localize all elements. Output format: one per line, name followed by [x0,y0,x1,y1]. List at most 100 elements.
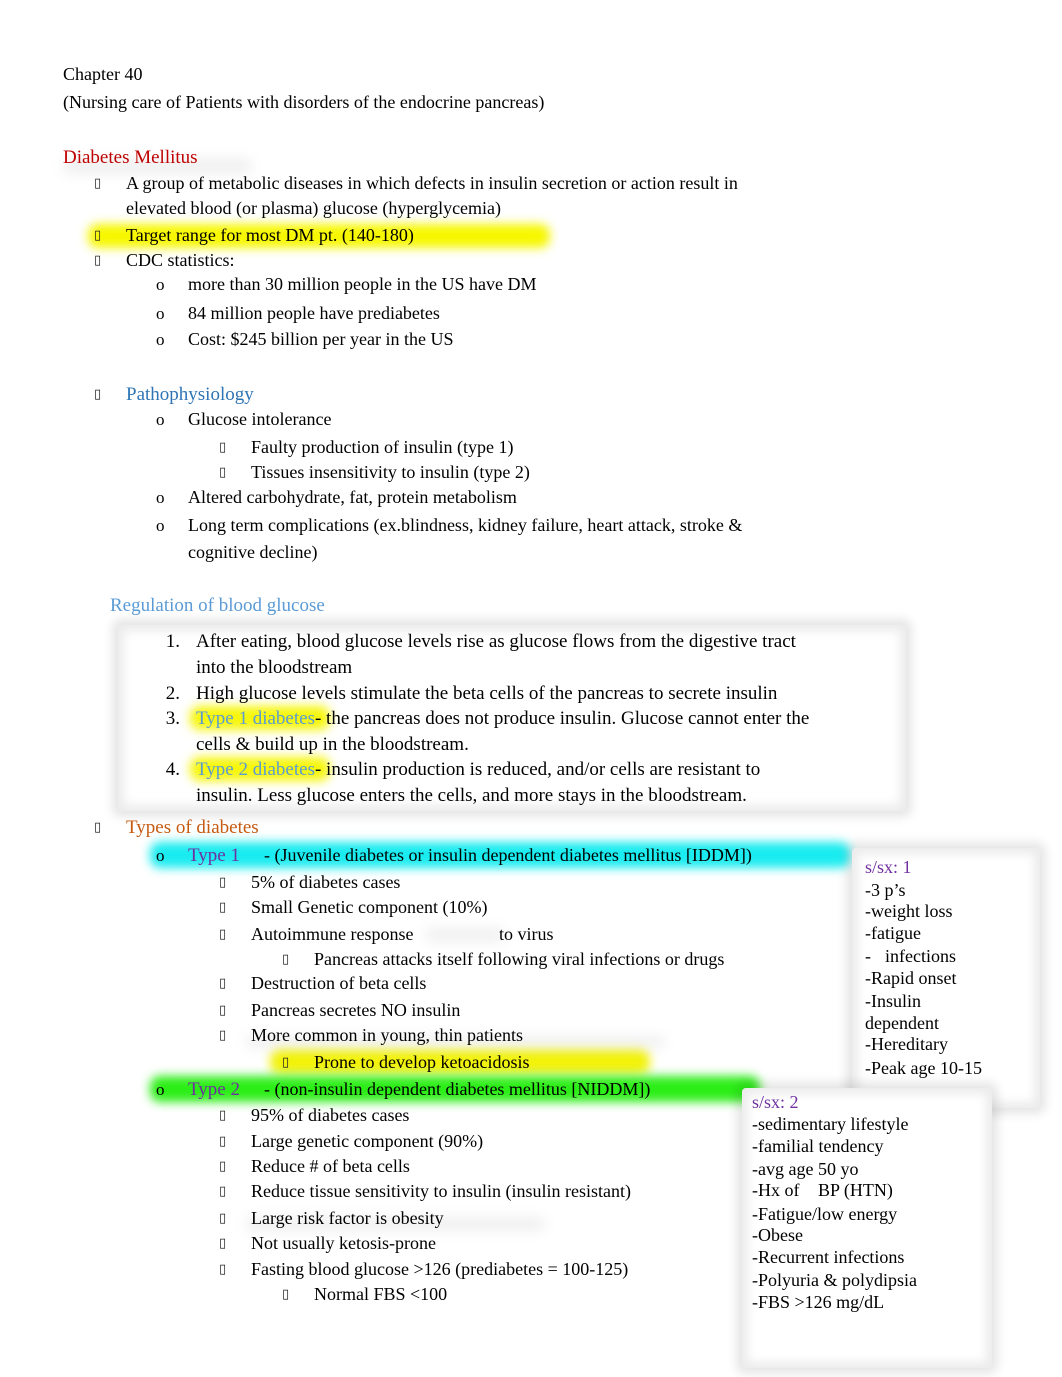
cdc-stat: more than 30 million people in the US ha… [188,274,537,294]
type2-label: Type 2 [188,1079,240,1100]
chapter-subtitle: (Nursing care of Patients with disorders… [63,92,545,112]
chapter-title: Chapter 40 [63,64,143,84]
list-number: 3. [165,708,180,729]
sidebox1-line: -3 p’s [865,880,906,900]
patho-item-cont: cognitive decline) [188,542,318,562]
sidebox2-line: -sedimentary lifestyle [752,1114,909,1134]
patho-heading: Pathophysiology [126,384,254,405]
type1-item: Destruction of beta cells [251,973,427,993]
square-bullet-icon: ▯ [219,1236,227,1251]
patho-subitem: Tissues insensitivity to insulin (type 2… [251,462,530,482]
sidebox2-line: -Obese [752,1225,803,1245]
sidebox2-line: -FBS >126 mg/dL [752,1292,885,1312]
cdc-stat: 84 million people have prediabetes [188,303,440,323]
circle-bullet-icon: o [156,488,165,507]
square-bullet-icon: ▯ [94,387,102,402]
type2-item: 95% of diabetes cases [251,1105,410,1125]
list-number: 1. [165,631,180,652]
square-bullet-icon: ▯ [282,952,290,967]
square-bullet-icon: ▯ [219,465,227,480]
circle-bullet-icon: o [156,275,165,294]
type1-description: - (Juvenile diabetes or insulin dependen… [264,845,752,865]
type1-term: Type 1 diabetes [196,708,315,729]
dm-cdc-label: CDC statistics: [126,250,235,270]
type2-item: Fasting blood glucose >126 (prediabetes … [251,1259,629,1279]
square-bullet-icon: ▯ [219,1159,227,1174]
sidebox1-line: -Peak age 10-15 [865,1058,982,1078]
type2-description: - (non-insulin dependent diabetes mellit… [264,1079,651,1099]
square-bullet-icon: ▯ [94,820,102,835]
sidebox2-line: -Fatigue/low energy [752,1204,898,1224]
square-bullet-icon: ▯ [219,900,227,915]
sidebox1-line: -Insulin [865,991,921,1011]
shadow-smudge [425,928,505,942]
sidebox2-line: -avg age 50 yo [752,1159,859,1179]
square-bullet-icon: ▯ [219,1003,227,1018]
sidebox2-title: s/sx: 2 [752,1092,799,1112]
type1-subitem: Prone to develop ketoacidosis [314,1052,530,1072]
sidebox1-line: -Rapid onset [865,968,957,988]
sidebox2-line: -Recurrent infections [752,1247,905,1267]
type2-item: Large risk factor is obesity [251,1208,444,1228]
sidebox2-line: -familial tendency [752,1136,884,1156]
square-bullet-icon: ▯ [219,976,227,991]
regulation-heading: Regulation of blood glucose [110,595,325,616]
sidebox2-line: -Hx of BP (HTN) [752,1180,893,1200]
types-heading: Types of diabetes [126,817,259,838]
regulation-step: High glucose levels stimulate the beta c… [196,683,778,704]
dm-definition-line1: A group of metabolic diseases in which d… [126,173,738,193]
regulation-step: Type 2 diabetes- insulin production is r… [196,757,760,783]
circle-bullet-icon: o [156,1080,165,1099]
sidebox1-line: -Hereditary [865,1034,948,1054]
patho-item: Long term complications (ex.blindness, k… [188,515,743,535]
type1-item: More common in young, thin patients [251,1025,523,1045]
dm-heading: Diabetes Mellitus [63,147,198,168]
sidebox1-title: s/sx: 1 [865,857,912,877]
square-bullet-icon: ▯ [219,927,227,942]
type1-label: Type 1 [188,845,240,866]
square-bullet-icon: ▯ [219,1184,227,1199]
regulation-step-cont: cells & build up in the bloodstream. [196,734,469,755]
dm-target-range: Target range for most DM pt. (140-180) [126,225,414,245]
type2-definition: - insulin production is reduced, and/or … [314,759,761,780]
sidebox1-line: -weight loss [865,901,953,921]
square-bullet-icon: ▯ [219,1134,227,1149]
list-number: 2. [165,683,180,704]
type1-item: 5% of diabetes cases [251,872,401,892]
type2-item: Reduce # of beta cells [251,1156,410,1176]
type2-subitem: Normal FBS <100 [314,1284,448,1304]
circle-bullet-icon: o [156,330,165,349]
cdc-stat: Cost: $245 billion per year in the US [188,329,454,349]
square-bullet-icon: ▯ [94,253,102,268]
square-bullet-icon: ▯ [219,875,227,890]
dm-definition-line2: elevated blood (or plasma) glucose (hype… [126,198,502,218]
square-bullet-icon: ▯ [282,1055,290,1070]
type2-item: Not usually ketosis-prone [251,1233,436,1253]
patho-item: Altered carbohydrate, fat, protein metab… [188,487,517,507]
type2-term: Type 2 diabetes [196,759,315,780]
patho-subitem: Faulty production of insulin (type 1) [251,437,514,457]
type2-item: Reduce tissue sensitivity to insulin (in… [251,1181,631,1201]
square-bullet-icon: ▯ [282,1287,290,1302]
circle-bullet-icon: o [156,304,165,323]
square-bullet-icon: ▯ [94,228,102,243]
regulation-step: Type 1 diabetes- the pancreas does not p… [196,706,809,732]
square-bullet-icon: ▯ [94,176,102,191]
square-bullet-icon: ▯ [219,1262,227,1277]
square-bullet-icon: ▯ [219,1028,227,1043]
type2-item: Large genetic component (90%) [251,1131,484,1151]
type1-definition: - the pancreas does not produce insulin.… [314,708,810,729]
sidebox2-line: -Polyuria & polydipsia [752,1270,917,1290]
type1-item: Autoimmune response [251,924,414,944]
circle-bullet-icon: o [156,516,165,535]
list-number: 4. [165,759,180,780]
regulation-step: After eating, blood glucose levels rise … [196,631,796,652]
sidebox1-line: -fatigue [865,923,921,943]
circle-bullet-icon: o [156,846,165,865]
square-bullet-icon: ▯ [219,1108,227,1123]
type1-item: Small Genetic component (10%) [251,897,488,917]
circle-bullet-icon: o [156,410,165,429]
sidebox1-line: -infections [865,946,956,966]
square-bullet-icon: ▯ [219,1211,227,1226]
type1-item: Pancreas secretes NO insulin [251,1000,461,1020]
